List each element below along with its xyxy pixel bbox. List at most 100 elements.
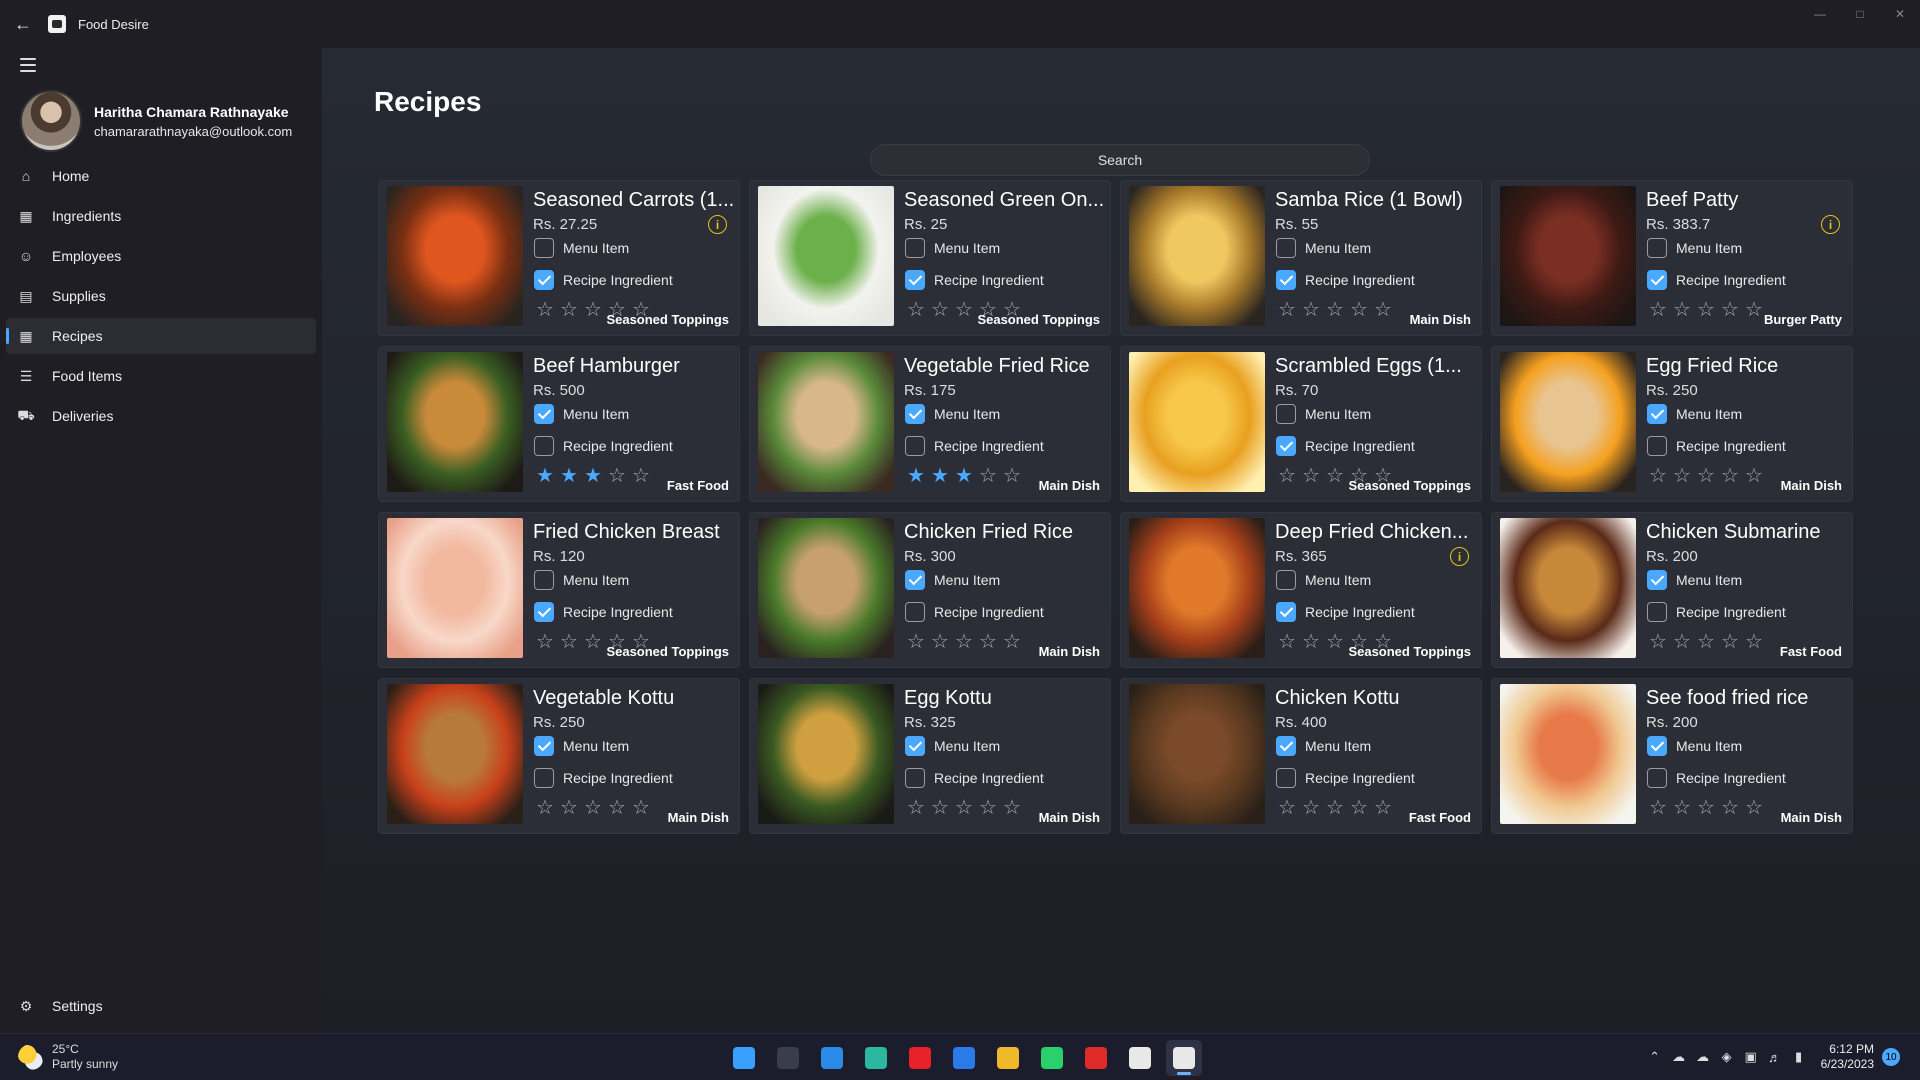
battery-icon[interactable]: ▮ <box>1787 1049 1811 1065</box>
checkbox-box[interactable] <box>534 768 554 788</box>
star-icon[interactable]: ☆ <box>557 300 581 320</box>
star-icon[interactable]: ☆ <box>1742 632 1766 652</box>
rating-stars[interactable]: ☆ ☆ ☆ ☆ ☆ <box>904 798 1024 818</box>
sidebar-item-employees[interactable]: ☺ Employees <box>6 238 316 274</box>
star-icon[interactable]: ☆ <box>976 466 1000 486</box>
menu-item-checkbox[interactable]: Menu Item <box>1647 736 1742 756</box>
star-icon[interactable]: ☆ <box>1275 632 1299 652</box>
checkbox-box[interactable] <box>534 570 554 590</box>
chevron-up-icon[interactable]: ⌃ <box>1643 1049 1667 1065</box>
star-icon[interactable]: ☆ <box>1299 798 1323 818</box>
whatsapp-icon[interactable] <box>1034 1040 1070 1076</box>
recipe-ingredient-checkbox[interactable]: Recipe Ingredient <box>905 436 1044 456</box>
checkbox-box[interactable] <box>534 736 554 756</box>
star-icon[interactable]: ☆ <box>1347 798 1371 818</box>
menu-item-checkbox[interactable]: Menu Item <box>1647 570 1742 590</box>
recipe-card[interactable]: Chicken Fried Rice Rs. 300 Menu Item Recipe… <box>749 512 1111 668</box>
star-icon[interactable]: ☆ <box>952 300 976 320</box>
user-profile[interactable]: Haritha Chamara Rathnayake chamararathna… <box>20 90 292 152</box>
star-icon[interactable]: ☆ <box>1299 466 1323 486</box>
menu-item-checkbox[interactable]: Menu Item <box>1276 570 1371 590</box>
checkbox-box[interactable] <box>534 436 554 456</box>
star-icon[interactable]: ☆ <box>1000 798 1024 818</box>
sidebar-item-supplies[interactable]: ▤ Supplies <box>6 278 316 314</box>
menu-item-checkbox[interactable]: Menu Item <box>905 736 1000 756</box>
recipe-card[interactable]: See food fried rice Rs. 200 Menu Item Recip… <box>1491 678 1853 834</box>
rating-stars[interactable]: ★ ★ ★ ☆ ☆ <box>904 466 1024 486</box>
recipe-ingredient-checkbox[interactable]: Recipe Ingredient <box>534 602 673 622</box>
recipe-card[interactable]: Beef Hamburger Rs. 500 Menu Item Recipe Ing… <box>378 346 740 502</box>
star-icon[interactable]: ☆ <box>1670 466 1694 486</box>
package-icon[interactable] <box>1122 1040 1158 1076</box>
chat-icon[interactable] <box>946 1040 982 1076</box>
menu-item-checkbox[interactable]: Menu Item <box>1276 404 1371 424</box>
mail-icon[interactable] <box>814 1040 850 1076</box>
menu-item-checkbox[interactable]: Menu Item <box>905 570 1000 590</box>
info-icon[interactable]: i <box>708 215 727 234</box>
menu-item-checkbox[interactable]: Menu Item <box>905 404 1000 424</box>
checkbox-box[interactable] <box>905 768 925 788</box>
search-input[interactable]: Search <box>870 144 1370 176</box>
food-desire-app-icon[interactable] <box>1166 1040 1202 1076</box>
notification-badge[interactable]: 10 <box>1882 1048 1900 1066</box>
star-icon[interactable]: ☆ <box>976 632 1000 652</box>
rating-stars[interactable]: ☆ ☆ ☆ ☆ ☆ <box>1646 632 1766 652</box>
checkbox-box[interactable] <box>1276 736 1296 756</box>
recipe-ingredient-checkbox[interactable]: Recipe Ingredient <box>905 768 1044 788</box>
star-icon[interactable]: ☆ <box>1371 300 1395 320</box>
checkbox-box[interactable] <box>1276 238 1296 258</box>
star-icon[interactable]: ★ <box>904 466 928 486</box>
hamburger-menu-icon[interactable] <box>20 58 36 72</box>
checkbox-box[interactable] <box>534 270 554 290</box>
checkbox-box[interactable] <box>905 270 925 290</box>
menu-item-checkbox[interactable]: Menu Item <box>1276 736 1371 756</box>
rating-stars[interactable]: ☆ ☆ ☆ ☆ ☆ <box>533 798 653 818</box>
recipe-ingredient-checkbox[interactable]: Recipe Ingredient <box>1647 768 1786 788</box>
checkbox-box[interactable] <box>1647 602 1667 622</box>
checkbox-box[interactable] <box>1647 570 1667 590</box>
star-icon[interactable]: ☆ <box>1670 300 1694 320</box>
star-icon[interactable]: ☆ <box>581 300 605 320</box>
recipe-card[interactable]: Scrambled Eggs (1... Rs. 70 Menu Item Recip… <box>1120 346 1482 502</box>
recipe-card[interactable]: Chicken Kottu Rs. 400 Menu Item Recipe Ingr… <box>1120 678 1482 834</box>
sidebar-item-home[interactable]: ⌂ Home <box>6 158 316 194</box>
star-icon[interactable]: ☆ <box>1275 466 1299 486</box>
menu-item-checkbox[interactable]: Menu Item <box>534 238 629 258</box>
star-icon[interactable]: ☆ <box>605 798 629 818</box>
menu-item-checkbox[interactable]: Menu Item <box>1647 238 1742 258</box>
menu-item-checkbox[interactable]: Menu Item <box>905 238 1000 258</box>
star-icon[interactable]: ☆ <box>1323 466 1347 486</box>
star-icon[interactable]: ☆ <box>1694 632 1718 652</box>
star-icon[interactable]: ★ <box>952 466 976 486</box>
recipe-ingredient-checkbox[interactable]: Recipe Ingredient <box>534 436 673 456</box>
star-icon[interactable]: ★ <box>557 466 581 486</box>
rating-stars[interactable]: ☆ ☆ ☆ ☆ ☆ <box>1646 300 1766 320</box>
star-icon[interactable]: ☆ <box>1323 632 1347 652</box>
star-icon[interactable]: ☆ <box>952 632 976 652</box>
star-icon[interactable]: ☆ <box>1742 300 1766 320</box>
recipe-card[interactable]: Vegetable Kottu Rs. 250 Menu Item Recipe In… <box>378 678 740 834</box>
checkbox-box[interactable] <box>1647 404 1667 424</box>
recipe-ingredient-checkbox[interactable]: Recipe Ingredient <box>905 270 1044 290</box>
star-icon[interactable]: ☆ <box>1718 300 1742 320</box>
star-icon[interactable]: ☆ <box>557 632 581 652</box>
recipe-card[interactable]: Vegetable Fried Rice Rs. 175 Menu Item Reci… <box>749 346 1111 502</box>
checkbox-box[interactable] <box>1276 768 1296 788</box>
star-icon[interactable]: ☆ <box>629 798 653 818</box>
sidebar-item-food-items[interactable]: ☰ Food Items <box>6 358 316 394</box>
checkbox-box[interactable] <box>1276 270 1296 290</box>
checkbox-box[interactable] <box>905 736 925 756</box>
star-icon[interactable]: ☆ <box>605 466 629 486</box>
star-icon[interactable]: ☆ <box>1742 798 1766 818</box>
rating-stars[interactable]: ☆ ☆ ☆ ☆ ☆ <box>1646 798 1766 818</box>
info-icon[interactable]: i <box>1821 215 1840 234</box>
close-icon[interactable]: ✕ <box>1880 0 1920 28</box>
checkbox-box[interactable] <box>534 238 554 258</box>
file-explorer-icon[interactable] <box>990 1040 1026 1076</box>
onedrive-icon[interactable]: ☁ <box>1691 1049 1715 1065</box>
star-icon[interactable]: ☆ <box>533 632 557 652</box>
recipe-card[interactable]: Seasoned Green On... Rs. 25 Menu Item Recip… <box>749 180 1111 336</box>
checkbox-box[interactable] <box>905 436 925 456</box>
menu-item-checkbox[interactable]: Menu Item <box>1647 404 1742 424</box>
volume-icon[interactable]: ♬ <box>1763 1050 1787 1065</box>
